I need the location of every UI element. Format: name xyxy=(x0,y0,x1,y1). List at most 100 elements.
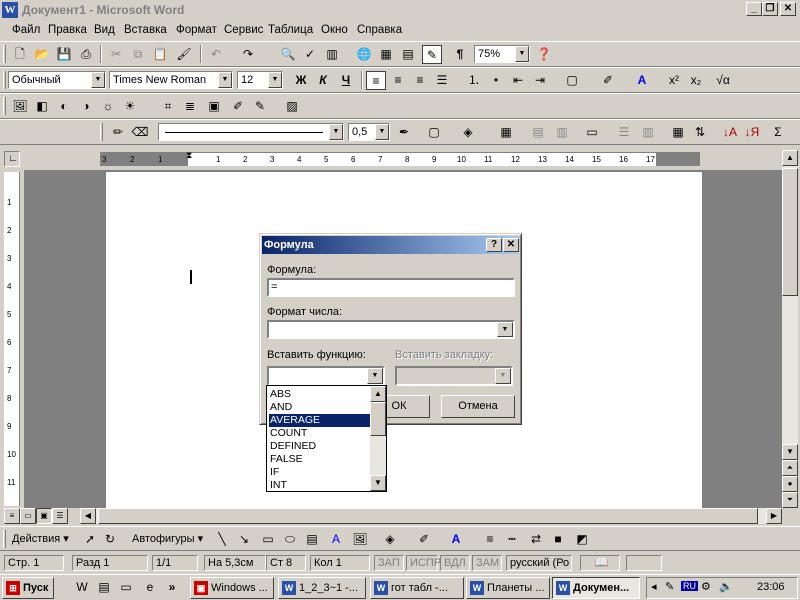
bullets-icon[interactable]: • xyxy=(486,71,506,90)
print-icon[interactable]: ⎙ xyxy=(76,45,96,64)
tray-network-icon[interactable]: ⚙ xyxy=(701,580,711,593)
close-button[interactable]: ✕ xyxy=(780,2,796,16)
pilcrow-icon[interactable]: ¶ xyxy=(450,45,470,64)
scroll-thumb[interactable] xyxy=(370,402,386,436)
menu-format[interactable]: Формат xyxy=(176,24,217,36)
horizontal-ruler[interactable]: 3 2 1 1 2 3 4 5 6 7 8 9 10 11 12 13 14 1… xyxy=(100,150,700,166)
scroll-down-button[interactable]: ▼ xyxy=(370,475,386,491)
task-doc2[interactable]: Wгот табл -... xyxy=(370,577,464,599)
arrow-tool-icon[interactable]: ↘ xyxy=(234,530,254,549)
menu-window[interactable]: Окно xyxy=(321,24,348,36)
undo-icon[interactable]: ↶ xyxy=(206,45,226,64)
function-item[interactable]: FALSE xyxy=(269,453,370,466)
menu-file[interactable]: Файл xyxy=(12,24,40,36)
chevron-down-icon[interactable]: ▼ xyxy=(268,72,282,88)
oval-tool-icon[interactable]: ⬭ xyxy=(280,530,300,549)
save-icon[interactable]: 💾 xyxy=(54,45,74,64)
border-color-icon[interactable]: ✒ xyxy=(394,123,414,142)
paste-icon[interactable]: 📋 xyxy=(150,45,170,64)
function-item-selected[interactable]: AVERAGE xyxy=(268,413,371,428)
dash-style-icon[interactable]: ┅ xyxy=(502,530,522,549)
italic-button[interactable]: К xyxy=(313,71,333,90)
toolbar-grip[interactable] xyxy=(100,123,103,141)
underline-button[interactable]: Ч xyxy=(336,71,356,90)
font-select[interactable]: Times New Roman ▼ xyxy=(109,71,233,89)
prev-page-button[interactable]: ⏶ xyxy=(782,460,798,476)
clipart-icon[interactable]: 🖼 xyxy=(350,530,370,549)
line-style-select[interactable]: ▼ xyxy=(158,123,344,141)
tray-pen-icon[interactable]: ✎ xyxy=(665,580,674,593)
shading-color-icon[interactable]: ◈ xyxy=(458,123,478,142)
quick-launch-word-icon[interactable]: W xyxy=(72,578,92,597)
text-wrapping-icon[interactable]: ▨ xyxy=(282,97,302,116)
toolbar-grip[interactable] xyxy=(3,45,6,63)
menu-help[interactable]: Справка xyxy=(357,24,402,36)
function-item[interactable]: COUNT xyxy=(269,427,370,440)
format-painter-icon[interactable]: 🖌 xyxy=(174,45,194,64)
normal-view-button[interactable]: ≡ xyxy=(4,508,20,524)
scroll-up-button[interactable]: ▲ xyxy=(370,386,386,402)
number-format-select[interactable]: ▼ xyxy=(267,320,515,339)
table-icon[interactable]: ▦ xyxy=(376,45,396,64)
columns-icon[interactable]: ▥ xyxy=(322,45,342,64)
chevron-down-icon[interactable]: ▼ xyxy=(91,72,105,88)
formula-input[interactable]: = xyxy=(267,278,515,297)
autoshapes-menu[interactable]: Автофигуры ▾ xyxy=(132,532,203,545)
indent-marker-icon[interactable]: ⧗ xyxy=(186,150,192,161)
language-indicator[interactable]: RU xyxy=(681,581,698,591)
bold-button[interactable]: Ж xyxy=(291,71,311,90)
scroll-left-button[interactable]: ◀ xyxy=(80,508,96,524)
autoformat-icon[interactable]: ▦ xyxy=(668,123,688,142)
arrow-style-icon[interactable]: ⇄ xyxy=(526,530,546,549)
function-item[interactable]: AND xyxy=(269,401,370,414)
clock[interactable]: 23:06 xyxy=(757,581,785,593)
reset-picture-icon[interactable]: ✎ xyxy=(250,97,270,116)
print-layout-button[interactable]: ▣ xyxy=(36,508,52,524)
sort-desc-icon[interactable]: ↓Я xyxy=(742,123,762,142)
drawing-icon[interactable]: ✎ xyxy=(422,45,442,64)
3d-icon[interactable]: ◩ xyxy=(572,530,592,549)
restore-button[interactable]: ❐ xyxy=(762,2,778,16)
function-list-scrollbar[interactable]: ▲ ▼ xyxy=(370,386,386,491)
line-weight-select[interactable]: 0,5 ▼ xyxy=(348,123,390,141)
volume-icon[interactable]: 🔈 xyxy=(719,580,733,593)
function-item[interactable]: INT xyxy=(269,479,370,492)
cancel-button[interactable]: Отмена xyxy=(441,395,515,418)
cut-icon[interactable]: ✂ xyxy=(106,45,126,64)
actions-menu[interactable]: Действия ▾ xyxy=(12,532,69,545)
word-app-icon[interactable]: W xyxy=(2,2,18,18)
browse-object-button[interactable]: ● xyxy=(782,476,798,492)
function-item[interactable]: DEFINED xyxy=(269,440,370,453)
start-button[interactable]: ⊞ Пуск xyxy=(2,577,54,599)
open-folder-icon[interactable]: 📂 xyxy=(32,45,52,64)
numbering-icon[interactable]: ⒈ xyxy=(464,71,484,90)
outline-view-button[interactable]: ☰ xyxy=(52,508,68,524)
outside-border-icon[interactable]: ▢ xyxy=(424,123,444,142)
align-top-icon[interactable]: ▭ xyxy=(582,123,602,142)
quick-launch-desktop-icon[interactable]: ▭ xyxy=(116,578,136,597)
web-toolbar-icon[interactable]: 🌐 xyxy=(354,45,374,64)
toolbar-grip[interactable] xyxy=(3,97,6,115)
line-tool-icon[interactable]: ╲ xyxy=(212,530,232,549)
tab-selector[interactable]: ∟ xyxy=(4,151,20,167)
text-direction-icon[interactable]: ⇅ xyxy=(690,123,710,142)
status-ext[interactable]: ВДЛ xyxy=(440,555,470,571)
align-left-icon[interactable]: ≡ xyxy=(366,71,386,90)
scroll-up-button[interactable]: ▲ xyxy=(782,150,798,166)
chevron-down-icon[interactable]: ▼ xyxy=(218,72,232,88)
hscroll-thumb[interactable] xyxy=(98,508,758,524)
web-layout-button[interactable]: ▭ xyxy=(20,508,36,524)
increase-indent-icon[interactable]: ⇥ xyxy=(530,71,550,90)
decrease-indent-icon[interactable]: ⇤ xyxy=(508,71,528,90)
help-icon[interactable]: ❓ xyxy=(534,45,554,64)
copy-icon[interactable]: ⧉ xyxy=(128,45,148,64)
quick-launch-more-icon[interactable]: » xyxy=(162,578,182,597)
scroll-right-button[interactable]: ▶ xyxy=(766,508,782,524)
line-style-icon[interactable]: ≣ xyxy=(180,97,200,116)
task-doc3[interactable]: W Планеты ... xyxy=(466,577,550,599)
vertical-scrollbar[interactable]: ▲ ▼ ⏶ ● ⏷ xyxy=(782,150,798,508)
status-ovr[interactable]: ЗАМ xyxy=(472,555,502,571)
dialog-title-bar[interactable]: Формула ? ✕ xyxy=(262,236,519,254)
excel-icon[interactable]: ▤ xyxy=(398,45,418,64)
insert-picture-icon[interactable]: 🖼 xyxy=(10,97,30,116)
